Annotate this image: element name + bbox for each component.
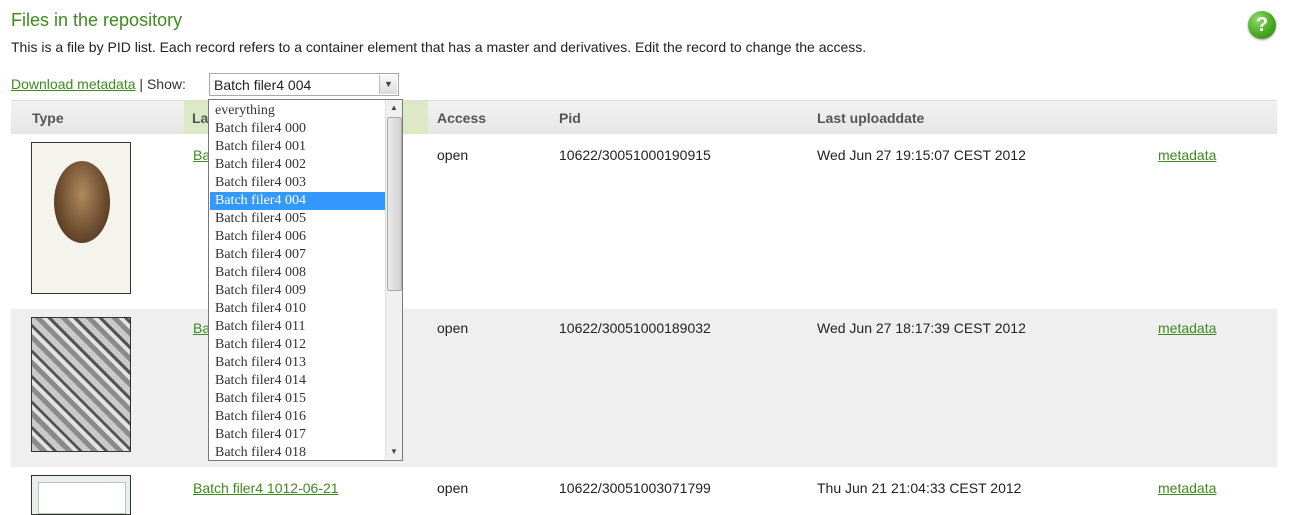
dropdown-option[interactable]: Batch filer4 007: [210, 246, 386, 264]
dropdown-option[interactable]: Batch filer4 015: [210, 390, 386, 408]
batch-filter-select[interactable]: Batch filer4 004 ▼: [209, 73, 399, 96]
scrollbar-thumb[interactable]: [387, 117, 402, 291]
pid-value: 10622/30051000189032: [559, 320, 711, 336]
toolbar-separator: |: [139, 76, 144, 92]
page-title: Files in the repository: [11, 10, 183, 30]
table-row: Bat open 10622/30051000189032 Wed Jun 27…: [11, 309, 1277, 467]
scroll-up-icon[interactable]: ▲: [386, 100, 402, 116]
dropdown-option[interactable]: Batch filer4 010: [210, 300, 386, 318]
dropdown-option[interactable]: Batch filer4 002: [210, 156, 386, 174]
thumbnail-image[interactable]: [31, 317, 131, 452]
metadata-link[interactable]: metadata: [1158, 147, 1216, 163]
column-header-access[interactable]: Access: [437, 110, 486, 126]
dropdown-scrollbar[interactable]: ▲ ▼: [385, 100, 402, 460]
chevron-down-icon[interactable]: ▼: [379, 75, 397, 94]
dropdown-option[interactable]: Batch filer4 000: [210, 120, 386, 138]
access-value: open: [437, 320, 469, 336]
pid-value: 10622/30051000190915: [559, 147, 711, 163]
option-everything[interactable]: everything: [210, 102, 386, 120]
table-row: Bat open 10622/30051000190915 Wed Jun 27…: [11, 134, 1277, 309]
upload-date: Wed Jun 27 19:15:07 CEST 2012: [817, 147, 1026, 163]
dropdown-option[interactable]: Batch filer4 006: [210, 228, 386, 246]
dropdown-option[interactable]: Batch filer4 011: [210, 318, 386, 336]
column-header-label[interactable]: La: [192, 110, 208, 126]
table-header: Type La Access Pid Last uploaddate: [11, 101, 1277, 134]
batch-filter-value: Batch filer4 004: [214, 77, 312, 93]
dropdown-option[interactable]: Batch filer4 018: [210, 444, 386, 460]
dropdown-option[interactable]: Batch filer4 009: [210, 282, 386, 300]
pid-value: 10622/30051003071799: [559, 480, 711, 496]
column-header-type[interactable]: Type: [32, 110, 64, 126]
download-metadata-link[interactable]: Download metadata: [11, 76, 136, 92]
metadata-link[interactable]: metadata: [1158, 320, 1216, 336]
dropdown-option[interactable]: Batch filer4 003: [210, 174, 386, 192]
access-value: open: [437, 147, 469, 163]
thumbnail-image[interactable]: [31, 142, 131, 294]
page-description: This is a file by PID list. Each record …: [11, 39, 867, 55]
metadata-link[interactable]: metadata: [1158, 480, 1216, 496]
table-row: Batch filer4 1012-06-21 open 10622/30051…: [11, 467, 1277, 515]
dropdown-option[interactable]: Batch filer4 017: [210, 426, 386, 444]
dropdown-option[interactable]: Batch filer4 001: [210, 138, 386, 156]
dropdown-option[interactable]: Batch filer4 005: [210, 210, 386, 228]
dropdown-option[interactable]: Batch filer4 008: [210, 264, 386, 282]
thumbnail-image[interactable]: [31, 475, 131, 515]
scroll-down-icon[interactable]: ▼: [386, 444, 402, 460]
upload-date: Thu Jun 21 21:04:33 CEST 2012: [817, 480, 1022, 496]
batch-filter-options-list[interactable]: everything Batch filer4 000 Batch filer4…: [208, 99, 403, 461]
dropdown-option[interactable]: Batch filer4 013: [210, 354, 386, 372]
column-header-last-uploaddate[interactable]: Last uploaddate: [817, 110, 924, 126]
access-value: open: [437, 480, 469, 496]
upload-date: Wed Jun 27 18:17:39 CEST 2012: [817, 320, 1026, 336]
dropdown-option[interactable]: Batch filer4 012: [210, 336, 386, 354]
help-icon[interactable]: ?: [1248, 11, 1276, 39]
dropdown-option[interactable]: Batch filer4 014: [210, 372, 386, 390]
show-label: Show:: [146, 76, 186, 92]
column-header-pid[interactable]: Pid: [559, 110, 581, 126]
file-label-link[interactable]: Batch filer4 1012-06-21: [193, 480, 339, 496]
dropdown-option[interactable]: Batch filer4 016: [210, 408, 386, 426]
dropdown-option-selected[interactable]: Batch filer4 004: [210, 192, 386, 210]
toolbar: Download metadata | Show:: [11, 76, 186, 92]
